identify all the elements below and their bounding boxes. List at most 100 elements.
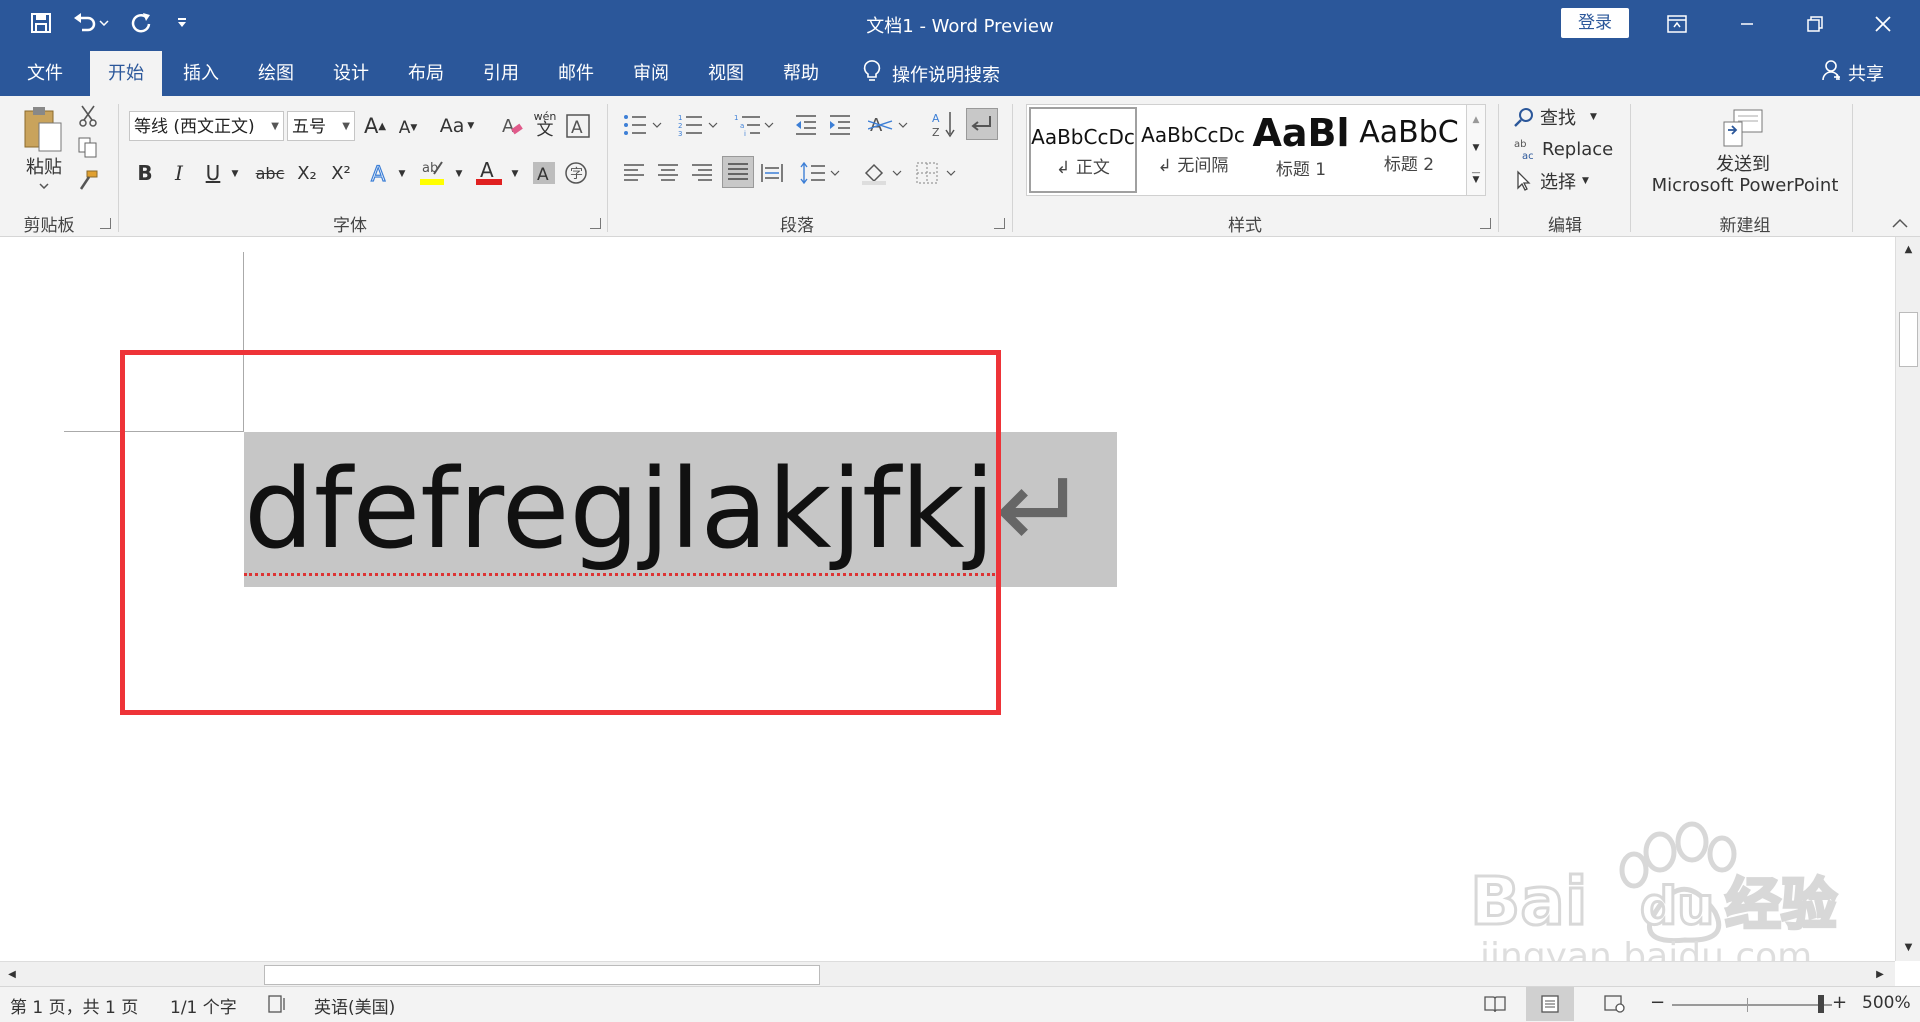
- paragraph-launcher-icon[interactable]: [994, 218, 1005, 229]
- tab-design[interactable]: 设计: [326, 59, 376, 96]
- paste-dropdown-icon[interactable]: [36, 180, 52, 192]
- minimize-icon[interactable]: [1722, 4, 1772, 44]
- align-left-icon[interactable]: [620, 158, 648, 188]
- tab-layout[interactable]: 布局: [401, 59, 451, 96]
- numbering-icon[interactable]: 123: [676, 110, 720, 140]
- zoom-out-button[interactable]: −: [1650, 992, 1665, 1013]
- underline-dropdown-icon[interactable]: ▼: [228, 166, 242, 182]
- show-marks-icon[interactable]: [966, 108, 998, 140]
- phonetic-guide-button[interactable]: wén 文: [531, 108, 559, 142]
- collapse-ribbon-icon[interactable]: [1888, 214, 1912, 232]
- bullets-icon[interactable]: [620, 110, 664, 140]
- proofing-icon[interactable]: [268, 995, 288, 1018]
- enclose-characters-icon[interactable]: 字: [562, 158, 590, 188]
- scroll-up-icon[interactable]: ▲: [1896, 239, 1920, 259]
- grow-font-button[interactable]: A ▲: [362, 111, 388, 141]
- paste-icon[interactable]: [18, 104, 68, 154]
- tell-me-search[interactable]: 操作说明搜索: [862, 59, 1000, 88]
- format-painter-icon[interactable]: [76, 168, 100, 192]
- tab-home[interactable]: 开始: [90, 51, 162, 96]
- multilevel-list-icon[interactable]: 1ai: [732, 110, 776, 140]
- font-name-select[interactable]: 等线 (西文正文) ▼: [129, 111, 284, 141]
- font-color-icon[interactable]: A: [474, 156, 504, 188]
- copy-icon[interactable]: [76, 136, 100, 160]
- borders-icon[interactable]: [914, 158, 958, 188]
- document-canvas[interactable]: dfefregjlakjfkj↵ Bai du 经验 jingyan.baidu…: [0, 237, 1895, 961]
- increase-indent-icon[interactable]: [826, 110, 854, 140]
- tab-help[interactable]: 帮助: [776, 59, 826, 96]
- send-to-line2[interactable]: Microsoft PowerPoint: [1640, 174, 1850, 196]
- tab-draw[interactable]: 绘图: [251, 59, 301, 96]
- ribbon-display-icon[interactable]: [1652, 4, 1702, 44]
- vertical-scrollbar[interactable]: ▲ ▼: [1895, 237, 1920, 961]
- character-shading-icon[interactable]: A: [530, 158, 558, 188]
- zoom-slider-track[interactable]: [1672, 1004, 1832, 1006]
- send-to-powerpoint-icon[interactable]: [1718, 106, 1766, 150]
- word-count[interactable]: 1/1 个字: [170, 993, 237, 1018]
- clipboard-launcher-icon[interactable]: [100, 218, 111, 229]
- scroll-right-icon[interactable]: ▶: [1870, 964, 1890, 985]
- align-center-icon[interactable]: [654, 158, 682, 188]
- text-effects-dropdown-icon[interactable]: ▼: [395, 166, 409, 182]
- sort-icon[interactable]: AZ: [930, 108, 958, 140]
- web-layout-icon[interactable]: [1604, 995, 1626, 1018]
- tab-view[interactable]: 视图: [701, 59, 751, 96]
- language-indicator[interactable]: 英语(美国): [314, 993, 395, 1018]
- align-right-icon[interactable]: [688, 158, 716, 188]
- strikethrough-button[interactable]: abc: [252, 158, 288, 188]
- styles-more-icon[interactable]: — ▼: [1467, 165, 1485, 191]
- underline-button[interactable]: U: [200, 158, 226, 188]
- distributed-icon[interactable]: [758, 158, 786, 188]
- tab-references[interactable]: 引用: [476, 59, 526, 96]
- font-size-select[interactable]: 五号 ▼: [287, 111, 355, 141]
- style-heading-2[interactable]: AaBbC 标题 2: [1355, 107, 1463, 193]
- select-button[interactable]: 选择 ▼: [1514, 168, 1614, 194]
- horizontal-scrollbar[interactable]: ◀ ▶: [0, 961, 1895, 987]
- line-spacing-icon[interactable]: [798, 158, 842, 188]
- shading-icon[interactable]: [860, 158, 904, 188]
- login-button[interactable]: 登录: [1561, 8, 1629, 38]
- bold-button[interactable]: B: [132, 158, 158, 188]
- style-normal[interactable]: AaBbCcDc ↲ 正文: [1029, 107, 1137, 193]
- chinese-layout-icon[interactable]: A: [866, 110, 910, 140]
- tab-mailings[interactable]: 邮件: [551, 59, 601, 96]
- tab-file[interactable]: 文件: [20, 59, 70, 96]
- print-layout-icon[interactable]: [1526, 987, 1574, 1021]
- restore-icon[interactable]: [1790, 4, 1840, 44]
- scroll-left-icon[interactable]: ◀: [2, 964, 22, 985]
- style-heading-1[interactable]: AaBl 标题 1: [1247, 107, 1355, 193]
- decrease-indent-icon[interactable]: [792, 110, 820, 140]
- superscript-button[interactable]: X²: [326, 158, 356, 188]
- highlight-color-icon[interactable]: ab: [418, 156, 448, 188]
- styles-launcher-icon[interactable]: [1480, 218, 1491, 229]
- horizontal-scroll-thumb[interactable]: [264, 965, 820, 985]
- italic-button[interactable]: I: [166, 158, 192, 188]
- zoom-slider-thumb[interactable]: [1818, 995, 1824, 1013]
- zoom-level[interactable]: 500%: [1862, 993, 1911, 1013]
- cut-icon[interactable]: [76, 104, 100, 128]
- clear-formatting-icon[interactable]: A: [498, 111, 526, 141]
- vertical-scroll-thumb[interactable]: [1899, 312, 1918, 367]
- chevron-up-icon[interactable]: ▲: [1467, 107, 1485, 133]
- font-launcher-icon[interactable]: [590, 218, 601, 229]
- style-no-spacing[interactable]: AaBbCcDc ↲ 无间隔: [1139, 107, 1247, 193]
- chevron-down-icon[interactable]: ▼: [1467, 135, 1485, 161]
- highlight-dropdown-icon[interactable]: ▼: [452, 166, 466, 182]
- find-button[interactable]: 查找 ▼: [1514, 104, 1614, 130]
- font-color-dropdown-icon[interactable]: ▼: [508, 166, 522, 182]
- character-border-icon[interactable]: A: [564, 111, 592, 141]
- tab-insert[interactable]: 插入: [176, 59, 226, 96]
- share-button[interactable]: 共享: [1822, 59, 1884, 86]
- justify-icon[interactable]: [722, 156, 754, 188]
- tab-review[interactable]: 审阅: [626, 59, 676, 96]
- subscript-button[interactable]: X₂: [292, 158, 322, 188]
- text-effects-icon[interactable]: A: [366, 158, 394, 188]
- paste-label[interactable]: 粘贴: [22, 154, 66, 178]
- zoom-in-button[interactable]: +: [1832, 992, 1847, 1013]
- close-icon[interactable]: [1858, 4, 1908, 44]
- shrink-font-button[interactable]: A ▼: [395, 113, 421, 143]
- scroll-down-icon[interactable]: ▼: [1896, 937, 1920, 957]
- change-case-button[interactable]: Aa ▼: [434, 111, 480, 141]
- page-count[interactable]: 第 1 页，共 1 页: [10, 993, 138, 1018]
- replace-button[interactable]: ab ac Replace: [1514, 136, 1624, 162]
